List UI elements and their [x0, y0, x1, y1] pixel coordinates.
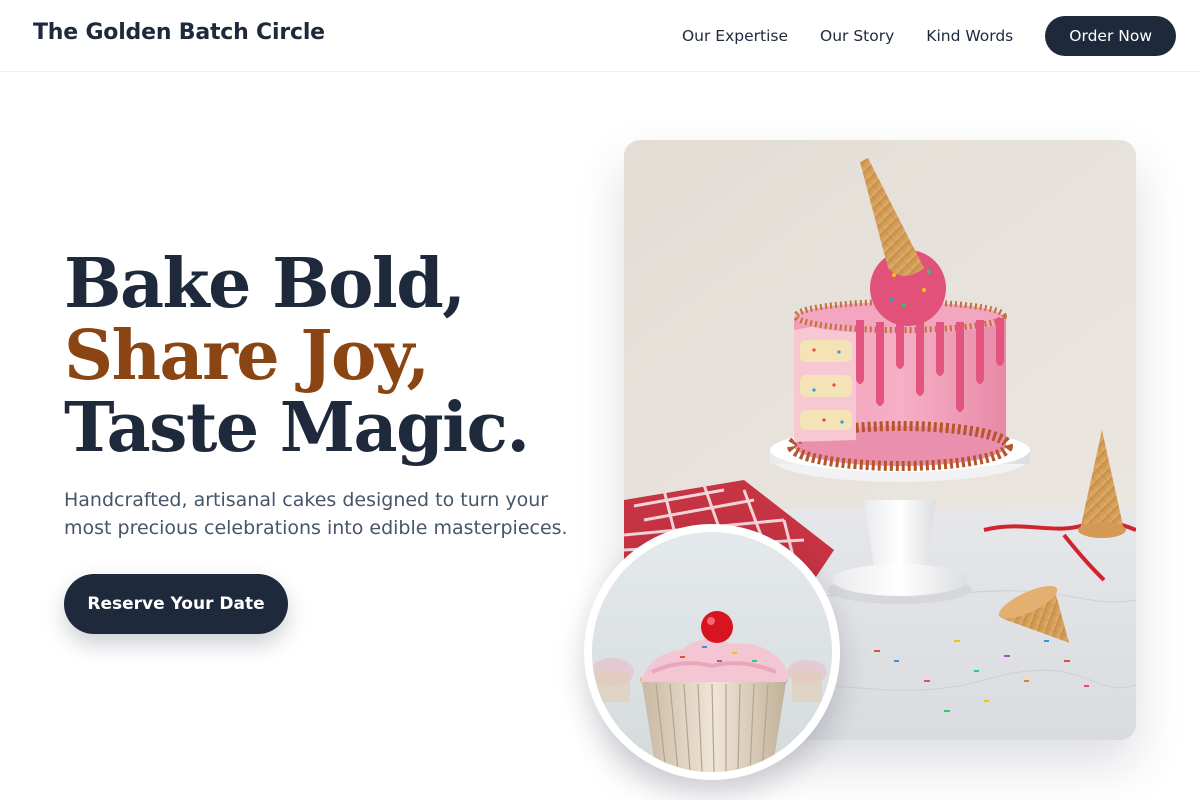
- hero-subtitle: Handcrafted, artisanal cakes designed to…: [64, 489, 568, 539]
- hero-title-line-1: Bake Bold,: [64, 244, 466, 324]
- brand-logo[interactable]: The Golden Batch Circle: [33, 20, 325, 45]
- order-now-button[interactable]: Order Now: [1045, 16, 1176, 56]
- hero-title-line-3: Taste Magic.: [64, 388, 530, 468]
- cupcake-image-inner: [592, 532, 832, 772]
- cupcake-image: [584, 524, 840, 780]
- reserve-date-button[interactable]: Reserve Your Date: [64, 574, 288, 634]
- main-nav: Our Expertise Our Story Kind Words Order…: [682, 16, 1176, 56]
- nav-link-our-story[interactable]: Our Story: [820, 27, 894, 45]
- nav-link-kind-words[interactable]: Kind Words: [926, 27, 1013, 45]
- hero-title: Bake Bold, Share Joy, Taste Magic.: [64, 244, 530, 468]
- site-header: The Golden Batch Circle Our Expertise Ou…: [0, 0, 1200, 72]
- nav-link-our-expertise[interactable]: Our Expertise: [682, 27, 788, 45]
- hero-title-line-2: Share Joy,: [64, 316, 430, 396]
